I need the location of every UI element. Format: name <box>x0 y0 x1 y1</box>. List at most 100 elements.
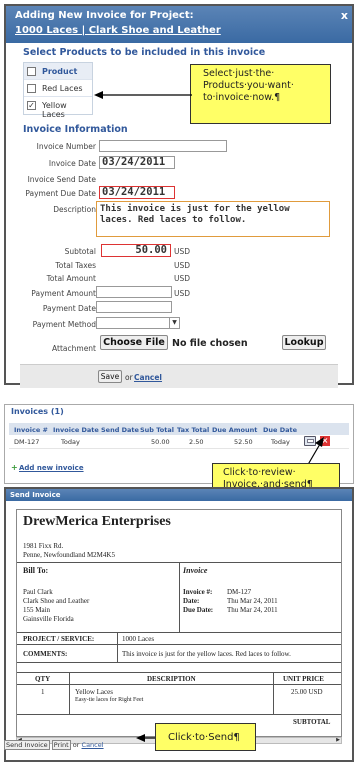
payment-date-label: Payment Date <box>42 304 96 313</box>
due-date-label: Due Date: <box>183 606 214 614</box>
project-link[interactable]: 1000 Laces | Clark Shoe and Leather <box>15 25 221 36</box>
company-address-line1: 1981 Fixx Rd. <box>23 542 64 550</box>
subtotal-label: SUBTOTAL <box>293 718 331 726</box>
unit-price-header: UNIT PRICE <box>283 675 324 683</box>
payment-method-label: Payment Method <box>32 320 96 329</box>
invoice-number-label: Invoice Number <box>36 142 96 151</box>
choose-file-button[interactable]: Choose File <box>100 335 168 350</box>
comments-value: This invoice is just for the yellow lace… <box>122 650 291 658</box>
product-row[interactable]: Red Laces <box>24 80 92 97</box>
payment-amount-input[interactable] <box>96 286 172 298</box>
invoice-number-cell: DM-127 <box>14 438 40 446</box>
subtotal-cell: 50.00 <box>151 438 170 446</box>
send-invoice-title-bar: Send Invoice <box>6 489 352 501</box>
bill-to-line: Clark Shoe and Leather <box>23 597 90 605</box>
comments-label: COMMENTS: <box>23 650 68 658</box>
send-invoice-title: Send Invoice <box>10 491 61 499</box>
save-button[interactable]: Save <box>98 370 122 383</box>
product-checkbox-yellow-laces[interactable]: ✓ <box>27 101 36 110</box>
payment-date-input[interactable] <box>96 301 172 313</box>
products-header-row: Product <box>24 63 92 80</box>
or-text: or <box>125 373 133 382</box>
lookup-button[interactable]: Lookup <box>282 335 326 350</box>
invoice-number-label: Invoice #: <box>183 588 213 596</box>
column-header: Sub Total <box>140 426 174 434</box>
company-address-line2: Penne, Newfoundland M2M4K5 <box>23 551 115 559</box>
description-header: DESCRIPTION <box>147 675 196 683</box>
product-label: Red Laces <box>42 84 83 93</box>
column-header: Tax Total <box>177 426 210 434</box>
callout-select-products: Select·just·the· Products·you·want· to·i… <box>190 64 331 124</box>
bill-to-line: 155 Main <box>23 606 51 614</box>
total-amount-label: Total Amount <box>46 274 96 283</box>
payment-amount-label: Payment Amount <box>31 289 96 298</box>
invoice-info-heading: Invoice Information <box>23 124 128 135</box>
due-amount-cell: 52.50 <box>234 438 253 446</box>
subtotal-label: Subtotal <box>64 247 96 256</box>
bill-to-line: Gainsville Florida <box>23 615 74 623</box>
products-table: Product Red Laces ✓ Yellow Laces <box>23 62 93 119</box>
invoice-number-input[interactable] <box>99 140 227 152</box>
tax-total-cell: 2.50 <box>189 438 204 446</box>
product-column-header: Product <box>42 67 78 76</box>
attachment-label: Attachment <box>52 344 96 353</box>
due-date-cell: Today <box>271 438 290 446</box>
date-value: Thu Mar 24, 2011 <box>227 597 278 605</box>
add-new-invoice-link[interactable]: Add new invoice <box>19 464 84 472</box>
invoice-number-value: DM-127 <box>227 588 252 596</box>
column-header: Due Date <box>263 426 297 434</box>
scroll-right-icon[interactable]: ▶ <box>336 737 340 743</box>
item-qty: 1 <box>41 688 45 696</box>
bill-to-line: Paul Clark <box>23 588 53 596</box>
dialog-title-bar: Adding New Invoice for Project: 1000 Lac… <box>6 6 352 43</box>
column-header: Send Date <box>101 426 139 434</box>
currency-label: USD <box>174 274 191 283</box>
currency-label: USD <box>174 247 191 256</box>
print-button[interactable]: Print <box>51 740 71 750</box>
payment-method-select[interactable]: ▼ <box>96 317 180 329</box>
send-invoice-dialog: Send Invoice DrewMerica Enterprises 1981… <box>4 487 354 762</box>
invoice-date-input[interactable]: 03/24/2011 <box>99 156 175 169</box>
or-text: or <box>72 741 80 749</box>
cancel-link[interactable]: Cancel <box>82 741 104 749</box>
invoice-send-date-label: Invoice Send Date <box>27 175 96 184</box>
project-label: PROJECT / SERVICE: <box>23 635 95 643</box>
invoice-preview: DrewMerica Enterprises 1981 Fixx Rd. Pen… <box>16 509 342 737</box>
bill-to-label: Bill To: <box>23 566 49 575</box>
column-header: Invoice # <box>14 426 48 434</box>
description-textarea[interactable]: This invoice is just for the yellow lace… <box>96 201 330 237</box>
item-subtitle: Easy-tie laces for Right Feet <box>75 697 144 703</box>
subtotal-input[interactable]: 50.00 <box>101 244 171 257</box>
dialog-footer: Save or Cancel <box>20 364 338 388</box>
invoice-date-cell: Today <box>61 438 80 446</box>
product-label: Yellow Laces <box>42 101 67 119</box>
payment-due-date-input[interactable]: 03/24/2011 <box>99 186 175 199</box>
product-row[interactable]: ✓ Yellow Laces <box>24 97 92 119</box>
table-row[interactable]: DM-127 Today 50.00 2.50 52.50 Today × <box>9 435 349 449</box>
cancel-link[interactable]: Cancel <box>134 373 162 382</box>
item-price: 25.00 USD <box>291 688 323 696</box>
close-icon[interactable]: x <box>341 9 348 22</box>
column-header: Invoice Date <box>53 426 99 434</box>
send-invoice-button[interactable]: Send Invoice <box>4 740 50 750</box>
chevron-down-icon: ▼ <box>169 318 179 328</box>
invoices-table-header: Invoice # Invoice Date Send Date Sub Tot… <box>9 423 349 435</box>
dialog-title: Adding New Invoice for Project: <box>15 10 194 21</box>
add-icon: + <box>11 463 18 472</box>
no-file-text: No file chosen <box>172 338 248 349</box>
callout-arrow <box>94 91 192 99</box>
item-name: Yellow Laces <box>75 688 113 696</box>
invoices-title: Invoices (1) <box>11 407 64 416</box>
company-name: DrewMerica Enterprises <box>23 514 171 529</box>
project-value: 1000 Laces <box>122 635 155 643</box>
due-date-value: Thu Mar 24, 2011 <box>227 606 278 614</box>
invoice-date-label: Invoice Date <box>48 159 96 168</box>
add-invoice-dialog: Adding New Invoice for Project: 1000 Lac… <box>4 4 354 388</box>
column-header: Due Amount <box>212 426 258 434</box>
products-heading: Select Products to be included in this i… <box>23 47 266 58</box>
qty-header: QTY <box>35 675 51 683</box>
product-checkbox-red-laces[interactable] <box>27 84 36 93</box>
currency-label: USD <box>174 261 191 270</box>
select-all-checkbox[interactable] <box>27 67 36 76</box>
send-invoice-footer: Send Invoice Print or Cancel <box>4 740 104 750</box>
